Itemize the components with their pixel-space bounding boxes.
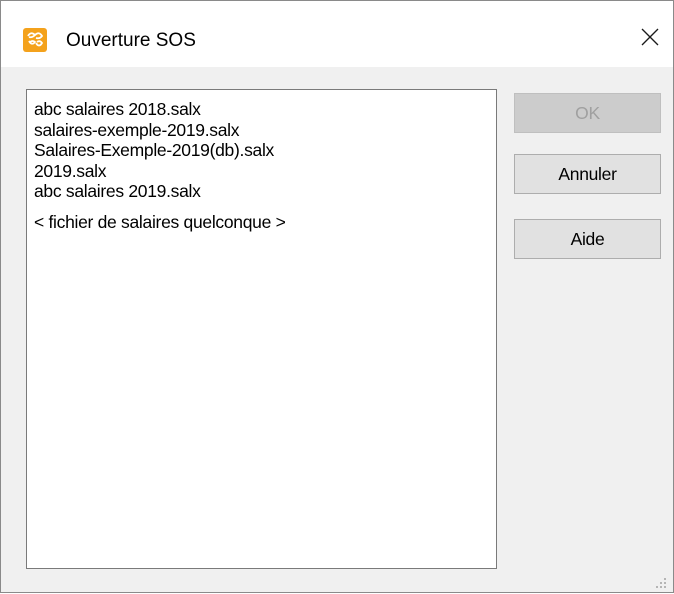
close-icon [641,28,659,51]
list-item[interactable]: salaires-exemple-2019.salx [34,120,496,141]
ok-button[interactable]: OK [514,93,661,133]
list-item-generic-file[interactable]: < fichier de salaires quelconque > [34,212,496,233]
close-button[interactable] [627,21,673,57]
list-item[interactable]: 2019.salx [34,161,496,182]
list-item[interactable]: abc salaires 2019.salx [34,181,496,202]
dialog-window: Ouverture SOS abc salaires 2018.salx sal… [0,0,674,593]
app-logo-icon [23,28,47,52]
title-bar[interactable]: Ouverture SOS [1,1,673,67]
help-button[interactable]: Aide [514,219,661,259]
resize-grip-icon[interactable] [653,575,667,589]
cancel-button[interactable]: Annuler [514,154,661,194]
list-item[interactable]: Salaires-Exemple-2019(db).salx [34,140,496,161]
file-listbox[interactable]: abc salaires 2018.salx salaires-exemple-… [26,89,497,569]
window-title: Ouverture SOS [66,30,196,51]
list-item[interactable]: abc salaires 2018.salx [34,99,496,120]
